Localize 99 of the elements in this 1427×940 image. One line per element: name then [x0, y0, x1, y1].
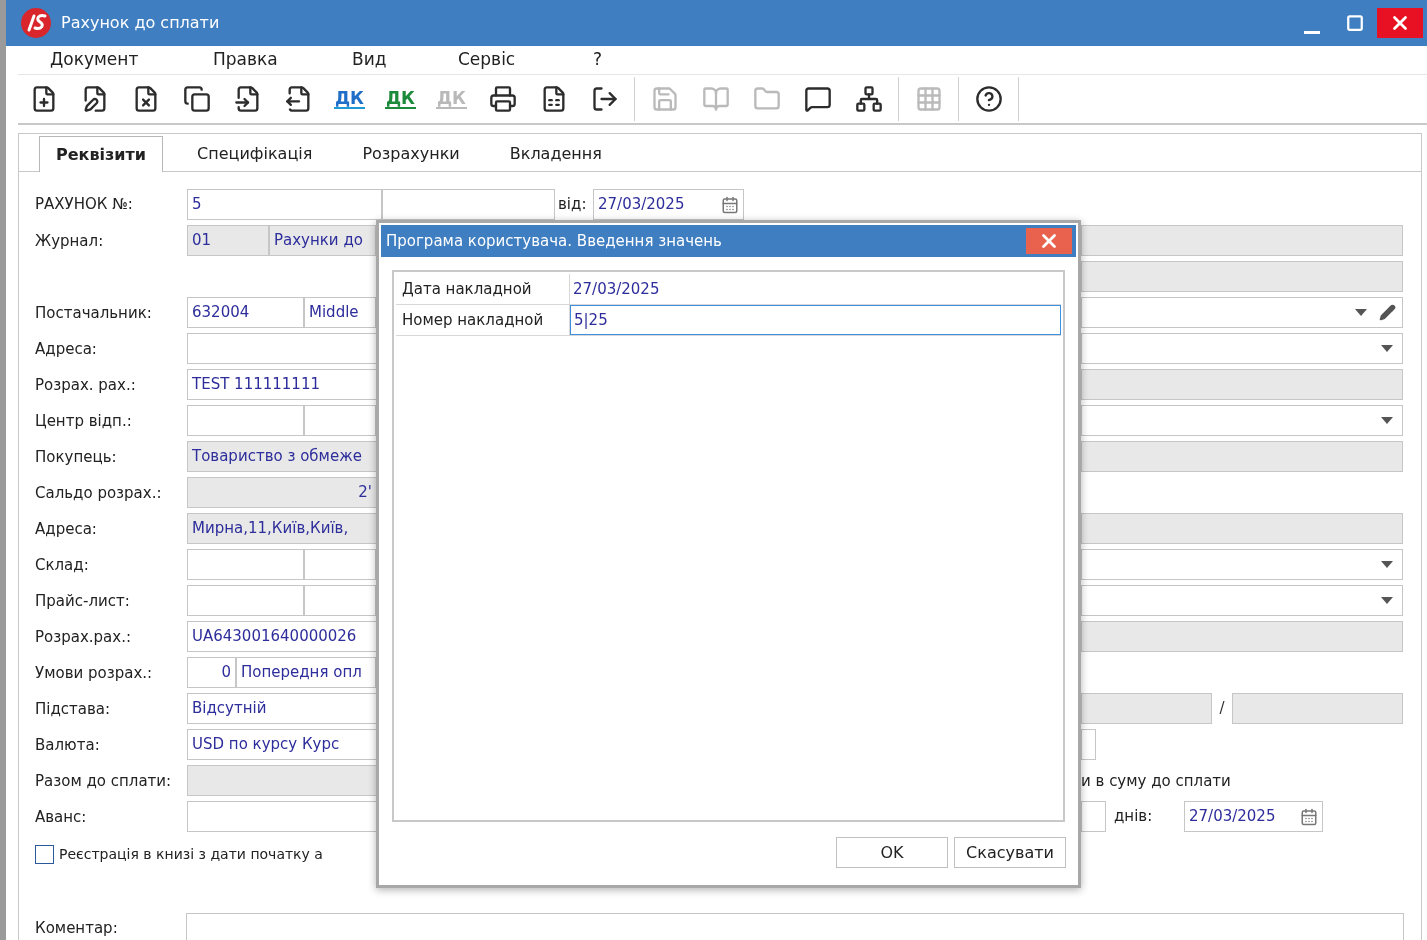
field-label: Розрах.рах.:: [35, 627, 131, 646]
table-cell: Дата накладной: [396, 274, 570, 304]
input-field[interactable]: [304, 549, 376, 580]
hierarchy-icon: [854, 85, 883, 113]
readonly-field: 2': [187, 477, 377, 508]
field-label: Розрах. рах.:: [35, 375, 136, 394]
field-label: Умови розрах.:: [35, 663, 153, 682]
dialog-button[interactable]: Скасувати: [954, 837, 1066, 868]
input-field[interactable]: UA643001640000026: [187, 621, 377, 652]
dialog-title: Програма користувача. Введення значень: [386, 230, 722, 252]
input-field[interactable]: [187, 405, 304, 436]
field-label: Адреса:: [35, 519, 97, 538]
field-label: Підстава:: [35, 699, 111, 718]
window-title: Рахунок до сплати: [61, 12, 220, 34]
comment-field[interactable]: [186, 913, 1404, 940]
dropdown-caret-icon[interactable]: [1381, 597, 1393, 604]
date-field[interactable]: 27/03/2025: [1184, 801, 1323, 832]
value-field[interactable]: 27/03/2025: [570, 274, 1061, 304]
dropdown-field[interactable]: [1081, 297, 1403, 328]
menu-item[interactable]: Сервіс: [458, 47, 593, 73]
field-label: Валюта:: [35, 735, 100, 754]
save-icon: [650, 85, 679, 113]
dropdown-field[interactable]: [1081, 333, 1403, 364]
input-field[interactable]: [187, 801, 377, 832]
close-button[interactable]: [1026, 228, 1072, 254]
dialog-button[interactable]: OK: [836, 837, 948, 868]
date-field[interactable]: 27/03/2025: [593, 189, 744, 220]
checkbox[interactable]: [35, 845, 54, 864]
input-field[interactable]: [1081, 729, 1096, 760]
menu-item[interactable]: Документ: [50, 47, 213, 73]
input-field[interactable]: TEST 111111111: [187, 369, 377, 400]
input-field[interactable]: Попередня опл: [236, 657, 376, 688]
input-field[interactable]: [304, 585, 376, 616]
app-logo-icon: [20, 7, 52, 39]
printer-icon: [488, 85, 517, 113]
field-label: Журнал:: [35, 231, 104, 250]
message-icon: [803, 85, 832, 113]
input-field[interactable]: USD по курсу Курс: [187, 729, 377, 760]
dropdown-field[interactable]: [1081, 549, 1403, 580]
minimize-icon: [1304, 31, 1320, 34]
field-label: Склад:: [35, 555, 89, 574]
dropdown-caret-icon[interactable]: [1381, 345, 1393, 352]
input-field[interactable]: 0: [187, 657, 236, 688]
field-label: Адреса:: [35, 339, 97, 358]
input-field[interactable]: Відсутній: [187, 693, 377, 724]
tab[interactable]: Вкладення: [493, 136, 618, 171]
dropdown-caret-icon[interactable]: [1381, 561, 1393, 568]
input-field[interactable]: [187, 585, 304, 616]
input-field[interactable]: [382, 189, 555, 220]
field-label: Аванс:: [35, 807, 87, 826]
input-field[interactable]: [187, 333, 377, 364]
input-field[interactable]: [1081, 801, 1106, 832]
input-field[interactable]: 5: [187, 189, 382, 220]
readonly-field: Мирна,11,Київ,Київ,: [187, 513, 377, 544]
tab[interactable]: Розрахунки: [346, 136, 476, 171]
menu-item[interactable]: Правка: [213, 47, 352, 73]
calendar-icon[interactable]: [721, 195, 739, 214]
field-label: Постачальник:: [35, 303, 152, 322]
input-field[interactable]: 632004: [187, 297, 304, 328]
field-label: Прайс-лист:: [35, 591, 130, 610]
field-label: Покупець:: [35, 447, 117, 466]
readonly-field: 01: [187, 225, 269, 256]
book-icon: [701, 85, 730, 113]
close-button[interactable]: [1377, 8, 1423, 38]
field-label: Сальдо розрах.:: [35, 483, 162, 502]
toolbar-button[interactable]: ДК: [375, 76, 426, 122]
field-label: и в суму до сплати: [1081, 771, 1231, 790]
dropdown-caret-icon[interactable]: [1355, 309, 1367, 316]
field-label: РАХУНОК №:: [35, 194, 134, 216]
field-label: Разом до сплати:: [35, 771, 172, 790]
field-label: днів:: [1114, 806, 1154, 828]
value-field[interactable]: 5|25: [570, 305, 1061, 335]
grid-icon: [914, 85, 943, 113]
field-label: Коментар:: [35, 918, 119, 940]
tab[interactable]: Реквізити: [39, 136, 164, 172]
dropdown-field[interactable]: [1081, 405, 1403, 436]
menu-item[interactable]: Вид: [352, 47, 458, 73]
input-field[interactable]: Middle: [304, 297, 376, 328]
help-icon: [974, 85, 1003, 113]
input-field[interactable]: [304, 405, 376, 436]
copy-icon: [182, 85, 211, 113]
exit-icon: [590, 85, 619, 113]
toolbar-button[interactable]: ДК: [324, 76, 375, 122]
calendar-icon[interactable]: [1300, 807, 1318, 826]
separator-text: /: [1218, 698, 1226, 720]
menu-item[interactable]: ?: [593, 47, 728, 73]
pencil-icon[interactable]: [1379, 304, 1396, 321]
readonly-field: Товариство з обмеже: [187, 441, 377, 472]
dropdown-caret-icon[interactable]: [1381, 417, 1393, 424]
dropdown-field[interactable]: [1081, 585, 1403, 616]
input-field[interactable]: [187, 549, 304, 580]
tab[interactable]: Специфікація: [181, 136, 329, 171]
table-cell: Номер накладной: [396, 305, 570, 335]
checkbox-label: Реєстрація в книзі з дати початку а: [59, 845, 323, 864]
readonly-field: Рахунки до: [269, 225, 376, 256]
maximize-icon: [1345, 14, 1364, 32]
folder-icon: [752, 85, 781, 113]
field-label: від:: [558, 194, 588, 216]
field-label: Центр відп.:: [35, 411, 132, 430]
